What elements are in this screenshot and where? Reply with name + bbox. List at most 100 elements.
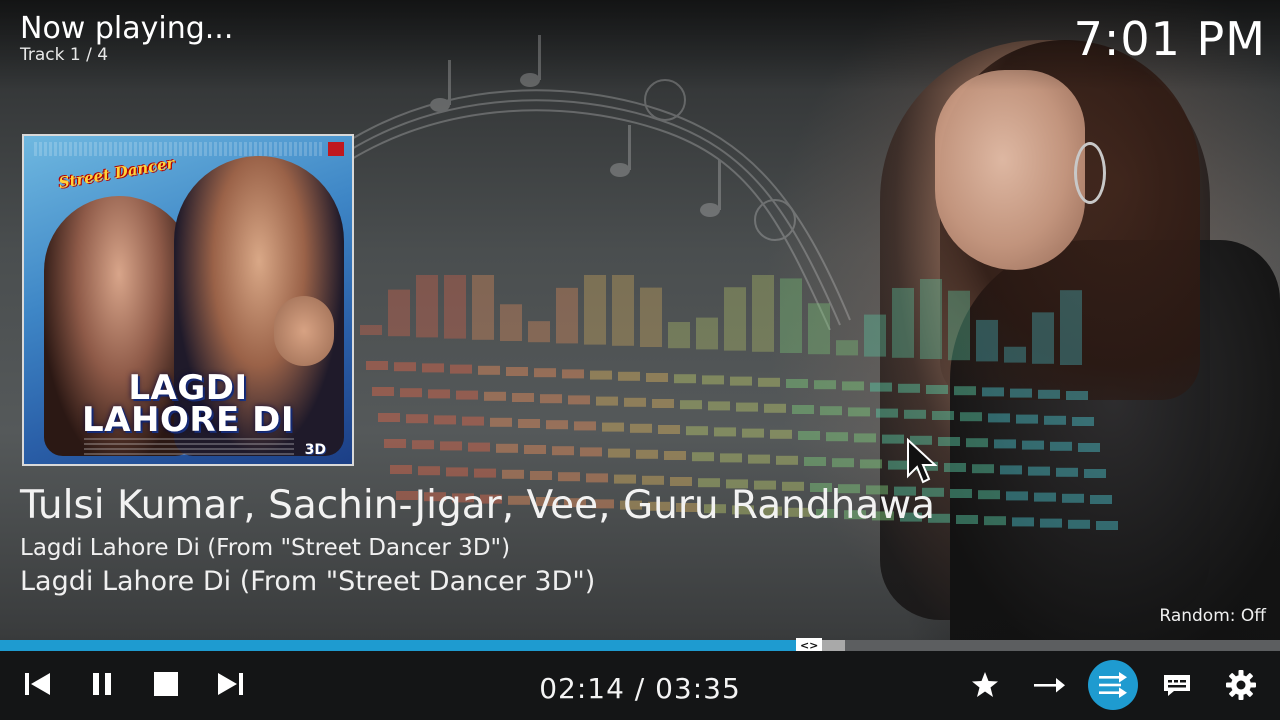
visualizer-bar	[764, 403, 786, 413]
visualizer-bar	[876, 408, 898, 418]
subtitles-button[interactable]	[1154, 662, 1200, 708]
visualizer-bar	[612, 275, 634, 346]
visualizer-bar	[484, 391, 506, 401]
visualizer-bar	[590, 370, 612, 380]
visualizer-bar	[1000, 465, 1022, 475]
visualizer-bar	[412, 440, 434, 450]
visualizer-bar	[562, 369, 584, 379]
mouse-cursor-icon	[907, 438, 938, 484]
visualizer-bar	[956, 515, 978, 524]
visualizer-bar	[832, 458, 854, 468]
visualizer-bar	[1060, 290, 1082, 365]
visualizer-bar	[1072, 417, 1094, 426]
visualizer-bar	[530, 471, 552, 480]
visualizer-bar	[680, 400, 702, 410]
visualizer-bar	[948, 290, 970, 361]
visualizer-bar	[416, 275, 438, 338]
subtitles-icon	[1164, 675, 1190, 696]
song-title: Lagdi Lahore Di (From "Street Dancer 3D"…	[20, 566, 596, 597]
visualizer-bar	[640, 287, 662, 347]
repeat-button[interactable]	[1026, 662, 1072, 708]
visualizer-bar	[502, 469, 524, 479]
visualizer-bar	[1012, 517, 1034, 527]
visualizer-bar	[904, 409, 926, 419]
visualizer-bar	[798, 431, 820, 440]
visualizer-bar	[1044, 415, 1066, 425]
visualizer-bar	[1006, 491, 1028, 501]
visualizer-bar	[736, 402, 758, 412]
visualizer-bar	[580, 447, 602, 457]
visualizer-bar	[646, 373, 668, 382]
visualizer-bar	[558, 472, 580, 482]
visualizer-bar	[546, 420, 568, 430]
visualizer-bar	[366, 361, 388, 370]
repeat-arrow-icon	[1034, 678, 1065, 693]
visualizer-bar	[658, 425, 680, 434]
visualizer-bar	[1056, 467, 1078, 477]
visualizer-bar	[770, 429, 792, 439]
album-art-3d-badge: 3D	[304, 442, 326, 458]
visualizer-bar	[966, 438, 988, 448]
visualizer-bar	[360, 325, 382, 335]
visualizer-bar	[752, 275, 774, 352]
visualizer-bar	[1090, 495, 1112, 504]
visualizer-bar	[1084, 469, 1106, 478]
visualizer-bar	[434, 415, 456, 425]
visualizer-bar	[708, 401, 730, 411]
visualizer-bar	[1022, 440, 1044, 450]
visualizer-bar	[780, 278, 802, 353]
album-art-movie-logo: Street Dancer	[57, 153, 176, 193]
fanart-person-face	[935, 70, 1085, 270]
visualizer-bar	[938, 437, 960, 446]
visualizer-bar	[932, 411, 954, 420]
visualizer-bar	[892, 287, 914, 358]
visualizer-bar	[714, 427, 736, 437]
visualizer-bar	[954, 386, 976, 396]
visualizer-bar	[1032, 312, 1054, 364]
visualizer-bar	[574, 421, 596, 431]
party-mode-button[interactable]	[1088, 660, 1138, 710]
visualizer-bar	[804, 457, 826, 466]
visualizer-bar	[378, 413, 400, 422]
visualizer-bar	[664, 451, 686, 460]
favourite-button[interactable]	[962, 662, 1008, 708]
settings-button[interactable]	[1218, 662, 1264, 708]
visualizer-bar	[630, 423, 652, 433]
visualizer-bar	[944, 463, 966, 472]
visualizer-bar	[602, 422, 624, 432]
visualizer-bar	[400, 388, 422, 398]
visualizer-bar	[568, 395, 590, 405]
visualizer-bar	[1068, 519, 1090, 529]
visualizer-bar	[388, 289, 410, 337]
visualizer-bar	[950, 489, 972, 498]
visualizer-bar	[668, 322, 690, 349]
visualizer-bar	[870, 382, 892, 392]
visualizer-bar	[384, 439, 406, 448]
album-art-title-line2: LAHORE DI	[82, 400, 294, 440]
visualizer-bar	[792, 405, 814, 414]
visualizer-bar	[920, 279, 942, 359]
visualizer-bar	[636, 449, 658, 459]
visualizer-bar	[686, 426, 708, 436]
visualizer-bar	[390, 465, 412, 474]
visualizer-bar	[490, 417, 512, 427]
visualizer-bar	[512, 393, 534, 402]
party-mode-icon	[1099, 672, 1127, 698]
visualizer-bar	[428, 389, 450, 399]
visualizer-bar	[1078, 443, 1100, 452]
visualizer-bar	[864, 314, 886, 357]
visualizer-bar	[1004, 346, 1026, 363]
visualizer-bar	[556, 287, 578, 344]
clock: 7:01 PM	[1073, 12, 1266, 66]
visualizer-bar	[988, 413, 1010, 423]
visualizer-bar	[462, 416, 484, 426]
visualizer-bar	[446, 467, 468, 477]
visualizer-bar	[552, 446, 574, 456]
album-art-credits	[84, 438, 294, 458]
visualizer-bar	[406, 414, 428, 424]
visualizer-bar	[474, 468, 496, 478]
favourite-star-icon	[972, 672, 998, 697]
visualizer-bar	[478, 365, 500, 375]
visualizer-bar	[456, 390, 478, 400]
visualizer-bar	[776, 455, 798, 465]
